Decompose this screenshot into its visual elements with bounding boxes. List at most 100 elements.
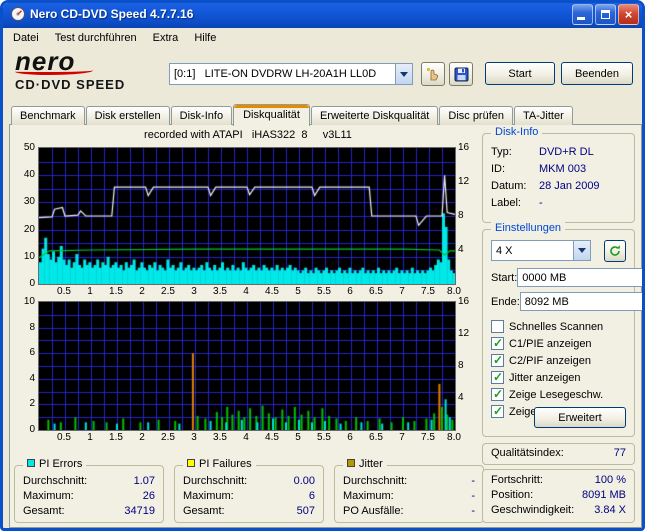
tab-disk-erstellen[interactable]: Disk erstellen — [85, 106, 170, 125]
axis-tick: 3 — [191, 432, 197, 443]
advanced-button[interactable]: Erweitert — [534, 407, 626, 428]
checkbox-zeige-lesegeschw[interactable]: Zeige Lesegeschw. — [491, 386, 630, 403]
stats-label: Gesamt: — [23, 505, 65, 517]
axis-tick: 0.5 — [57, 432, 71, 443]
progress-rows: Fortschritt: 100 % Position: 8091 MB Geschwi… — [483, 470, 634, 518]
checkbox-box — [491, 404, 504, 418]
tab-diskqualit-t[interactable]: Diskqualität — [233, 104, 310, 126]
checkbox-c2-pif-anzeigen[interactable]: C2/PIF anzeigen — [491, 352, 630, 369]
stats-label: Gesamt: — [183, 505, 225, 517]
recording-info-text: recorded with ATAPI iHAS322 8 v3L11 — [144, 129, 352, 141]
start-position-label: Start: — [491, 271, 518, 284]
stats-row-item: Gesamt: 34719 — [15, 504, 163, 519]
stats-value: - — [471, 505, 475, 517]
start-button[interactable]: Start — [485, 62, 555, 85]
speed-select-value: 4 X — [496, 244, 513, 257]
settings-panel: Einstellungen 4 X Start: Ende: Schnelles… — [482, 222, 642, 437]
hand-icon — [426, 67, 439, 81]
minimize-icon — [577, 16, 585, 20]
menu-datei[interactable]: Datei — [5, 30, 47, 46]
stats-row-item: Durchschnitt: - — [335, 474, 483, 489]
title-bar: Nero CD-DVD Speed 4.7.7.16 × — [3, 3, 642, 28]
start-position-input[interactable] — [517, 268, 642, 287]
disk-info-value: 28 Jan 2009 — [539, 180, 600, 192]
stats-value: 0.00 — [293, 475, 315, 487]
stats-value: 1.07 — [133, 475, 155, 487]
end-position-input[interactable] — [519, 292, 642, 311]
disk-info-value: MKM 003 — [539, 163, 587, 175]
axis-tick: 5.5 — [317, 286, 331, 297]
pie-chart-canvas — [38, 147, 456, 285]
maximize-icon — [601, 9, 610, 19]
progress-label: Position: — [491, 489, 534, 501]
tab-disk-info[interactable]: Disk-Info — [170, 106, 233, 125]
axis-tick: 12 — [458, 176, 470, 187]
checkbox-schnelles-scannen[interactable]: Schnelles Scannen — [491, 318, 630, 335]
stats-panel-jitter: Jitter Durchschnitt: - Maximum: - PO Ausfälle… — [334, 458, 484, 523]
axis-tick: 1.5 — [109, 286, 123, 297]
tab-benchmark[interactable]: Benchmark — [11, 106, 85, 125]
axis-tick: 16 — [458, 142, 470, 153]
progress-label: Fortschritt: — [491, 474, 543, 486]
drive-select-value: [0:1] LITE-ON DVDRW LH-20A1H LL0D — [174, 68, 377, 80]
disk-info-rows: Typ: DVD+R DL ID: MKM 003 Datum: 28 Jan 2009 L… — [483, 134, 634, 212]
tab-ta-jitter[interactable]: TA-Jitter — [514, 106, 573, 125]
axis-tick: 5 — [295, 286, 301, 297]
quit-button[interactable]: Beenden — [561, 62, 633, 85]
stats-value: - — [471, 490, 475, 502]
axis-tick: 7.5 — [421, 432, 435, 443]
progress-row: Fortschritt: 100 % — [483, 473, 634, 488]
speed-select-arrow[interactable] — [573, 241, 590, 260]
disk-info-value: DVD+R DL — [539, 146, 594, 158]
axis-tick: 2.5 — [161, 286, 175, 297]
progress-label: Geschwindigkeit: — [491, 504, 575, 516]
axis-tick: 2 — [139, 432, 145, 443]
checkbox-label: C2/PIF anzeigen — [509, 354, 591, 367]
axis-tick: 0.5 — [57, 286, 71, 297]
checkbox-c1-pie-anzeigen[interactable]: C1/PIE anzeigen — [491, 335, 630, 352]
stats-label: PO Ausfälle: — [343, 505, 404, 517]
axis-tick: 0 — [29, 424, 35, 435]
axis-tick: 50 — [23, 142, 35, 153]
axis-tick: 4 — [458, 244, 464, 255]
speed-select[interactable]: 4 X — [491, 240, 591, 261]
disk-info-label: Datum: — [491, 180, 527, 192]
drive-select-arrow[interactable] — [395, 64, 412, 84]
progress-row: Geschwindigkeit: 3.84 X — [483, 503, 634, 518]
pif-chart-canvas — [38, 301, 456, 431]
stats-panel-pi-failures: PI Failures Durchschnitt: 0.00 Maximum: 6 Ges… — [174, 458, 324, 523]
maximize-button[interactable] — [595, 3, 616, 25]
minimize-button[interactable] — [572, 3, 593, 25]
progress-panel: Fortschritt: 100 % Position: 8091 MB Geschwi… — [482, 469, 635, 523]
checkbox-jitter-anzeigen[interactable]: Jitter anzeigen — [491, 369, 630, 386]
axis-tick: 4.5 — [265, 432, 279, 443]
pie-chart: 0 10 20 30 40 50 4 8 12 16 0.5 1 1.5 2 2.5 3 3.5 4 4.5 5 5.5… — [12, 142, 478, 299]
axis-tick: 40 — [23, 169, 35, 181]
axis-tick: 3 — [191, 286, 197, 297]
stats-row-item: Maximum: - — [335, 489, 483, 504]
axis-tick: 30 — [23, 196, 35, 208]
progress-value: 100 % — [594, 474, 626, 486]
stats-value: 26 — [142, 490, 155, 502]
stats-value: 6 — [308, 490, 315, 502]
refresh-speeds-button[interactable] — [604, 240, 626, 262]
menu-hilfe[interactable]: Hilfe — [186, 30, 224, 46]
stats-row-item: Durchschnitt: 0.00 — [175, 474, 323, 489]
axis-tick: 5 — [295, 432, 301, 443]
end-position-label: Ende: — [491, 295, 520, 308]
hand-tool-button[interactable] — [421, 62, 445, 86]
tab-erweiterte-diskqualit-t[interactable]: Erweiterte Diskqualität — [310, 106, 439, 125]
close-button[interactable]: × — [618, 3, 639, 25]
nero-logo-subtitle: CD·DVD SPEED — [15, 77, 126, 92]
app-window: Nero CD-DVD Speed 4.7.7.16 × Datei Test d… — [0, 0, 645, 531]
chevron-down-icon — [578, 248, 586, 253]
disk-info-label: ID: — [491, 163, 506, 175]
tab-disc-pr-fen[interactable]: Disc prüfen — [439, 106, 514, 125]
save-button[interactable] — [449, 62, 473, 86]
toolbar: nero CD·DVD SPEED [0:1] LITE-ON DVDRW LH… — [3, 47, 642, 101]
menu-extra[interactable]: Extra — [145, 30, 187, 46]
checkbox-label: Zeige Lesegeschw. — [509, 388, 604, 401]
drive-select[interactable]: [0:1] LITE-ON DVDRW LH-20A1H LL0D — [169, 63, 413, 85]
menu-test-durchf-hren[interactable]: Test durchführen — [47, 30, 145, 46]
axis-tick: 8.0 — [447, 432, 461, 443]
